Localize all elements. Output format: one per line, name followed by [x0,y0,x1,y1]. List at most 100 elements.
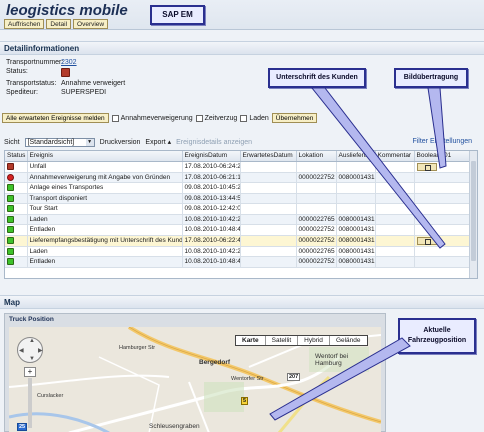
comment-cell [375,246,415,257]
delivery-cell: 0080001431 [336,172,376,183]
scrollbar-thumb[interactable] [471,161,476,261]
event-date-cell: 10.08.2010-10:48:43 [182,256,241,268]
event-cell: Entladen [27,224,183,236]
checkbox-box[interactable] [195,114,203,122]
column-header[interactable]: Status [5,151,28,162]
export-menu[interactable]: Export ▴ [145,138,171,146]
table-row[interactable]: Anlage eines Transportes 09.08.2010-10:45… [5,182,472,194]
expected-date-cell [240,214,297,225]
callout-current-vehicle-position: Aktuelle Fahrzeugposition [398,318,476,354]
map-place-label: Wentorf bei Hamburg [315,353,349,367]
table-row[interactable]: Entladen 10.08.2010-10:48:43 0000022752 008… [5,224,472,236]
comment-cell [375,193,415,204]
status-label: Status: [6,68,28,75]
print-version-button[interactable]: Druckversion [100,139,141,146]
transport-status-value: Annahme verweigert [61,80,126,87]
refusal-checkbox[interactable]: Annahmeverweigerung [111,114,193,122]
boolean-cell [414,246,472,257]
checkbox-box[interactable] [111,114,119,122]
status-cell [5,246,28,257]
refresh-button[interactable]: Auffrischen [4,19,45,29]
carrier-value: SUPERSPEDI [61,89,107,96]
loading-label: Laden [249,114,269,122]
column-header[interactable]: Auslieferung [336,151,376,162]
overview-button[interactable]: Overview [73,19,109,29]
map-type-terrain[interactable]: Gelände [330,336,367,345]
route-badge: 25 [17,423,28,431]
settings-link[interactable]: Einstellungen [430,138,472,145]
table-row[interactable]: Annahmeverweigerung mit Angabe von Gründ… [5,172,472,183]
comment-cell [375,214,415,225]
column-header[interactable]: Ereignis [27,151,183,162]
table-row[interactable]: Tour Start 09.08.2010-12:42:01 [5,203,472,215]
time-delay-checkbox[interactable]: Zeitverzug [195,114,237,122]
event-cell: Tour Start [27,203,183,215]
route-badge: 207 [287,373,301,381]
column-header[interactable]: Kommentar [375,151,415,162]
table-scrollbar[interactable] [469,151,477,278]
column-header[interactable]: Boolean_01 [414,151,472,162]
map-place-label: Schleusengraben [149,423,200,430]
map-section-title: Map [0,295,484,309]
expected-date-cell [240,235,297,247]
arrow-up-icon[interactable]: ▲ [29,338,35,344]
status-ok-icon [7,226,14,234]
status-cell [5,235,28,247]
arrow-right-icon[interactable]: ▶ [38,347,43,354]
column-header[interactable]: EreignisDatum [182,151,241,162]
table-row[interactable]: Lieferempfangsbestätigung mit Unterschri… [5,235,472,247]
apply-button[interactable]: Übernehmen [271,113,318,123]
status-cell [5,161,28,173]
arrow-down-icon[interactable]: ▼ [29,356,35,362]
table-row[interactable]: Entladen 10.08.2010-10:48:43 0000022752 008… [5,256,472,268]
status-cell [5,256,28,268]
map-type-map[interactable]: Karte [236,336,266,345]
view-select[interactable]: [Standardsicht] ▼ [24,137,95,147]
arrow-left-icon[interactable]: ◀ [19,347,24,354]
event-cell: Transport disponiert [27,193,183,204]
event-date-cell: 10.08.2010-10:42:27 [182,246,241,257]
image-icon[interactable] [416,236,437,245]
comment-cell [375,203,415,215]
event-details-button[interactable]: Ereignisdetails anzeigen [176,139,252,146]
expected-date-cell [240,182,297,194]
map-pan-control[interactable]: ▲ ▼ ◀ ▶ [17,337,43,363]
callout-sap-em: SAP EM [150,5,205,25]
column-header[interactable]: Lokation [296,151,337,162]
filter-link[interactable]: Filter [412,138,428,145]
table-row[interactable]: Transport disponiert 09.08.2010-13:44:58 [5,193,472,204]
delivery-cell: 0080001431 [336,224,376,236]
status-ok-icon [7,184,14,192]
zoom-in-button[interactable]: + [24,367,36,377]
expected-date-cell [240,224,297,236]
table-row[interactable]: Laden 10.08.2010-10:42:27 0000022765 008000… [5,214,472,225]
map-canvas[interactable]: ▲ ▼ ◀ ▶ + Karte Satellit Hybrid Gelände … [9,327,381,432]
report-all-events-button[interactable]: Alle erwarteten Ereignisse melden [2,113,109,123]
route-badge: 5 [241,397,249,405]
table-row[interactable]: Unfall 17.08.2010-06:24:23 [5,161,472,173]
comment-cell [375,172,415,183]
detail-button[interactable]: Detail [46,19,72,29]
status-cell [5,214,28,225]
accident-status-icon [61,68,70,77]
map-street-label: Curslacker [37,393,64,399]
loading-checkbox[interactable]: Laden [240,114,269,122]
map-street-label: Wentorfer Str [231,376,264,382]
column-header[interactable]: ErwartetesDatum [240,151,297,162]
table-row[interactable]: Laden 10.08.2010-10:42:27 0000022765 008000… [5,246,472,257]
delivery-cell [336,203,376,215]
checkbox-box[interactable] [240,114,248,122]
truck-position-title: Truck Position [9,316,54,323]
boolean-cell [414,203,472,215]
map-type-hybrid[interactable]: Hybrid [298,336,330,345]
transport-number-link[interactable]: 2302 [61,58,77,67]
boolean-cell [414,235,472,247]
event-date-cell: 10.08.2010-10:48:43 [182,224,241,236]
chevron-down-icon[interactable]: ▼ [85,138,94,146]
event-table: Status Ereignis EreignisDatum Erwartetes… [4,150,478,279]
zoom-slider[interactable] [28,378,32,428]
expected-date-cell [240,161,297,173]
image-icon[interactable] [416,162,437,171]
map-type-satellite[interactable]: Satellit [266,336,299,345]
caret-down-icon: ▴ [167,139,172,146]
